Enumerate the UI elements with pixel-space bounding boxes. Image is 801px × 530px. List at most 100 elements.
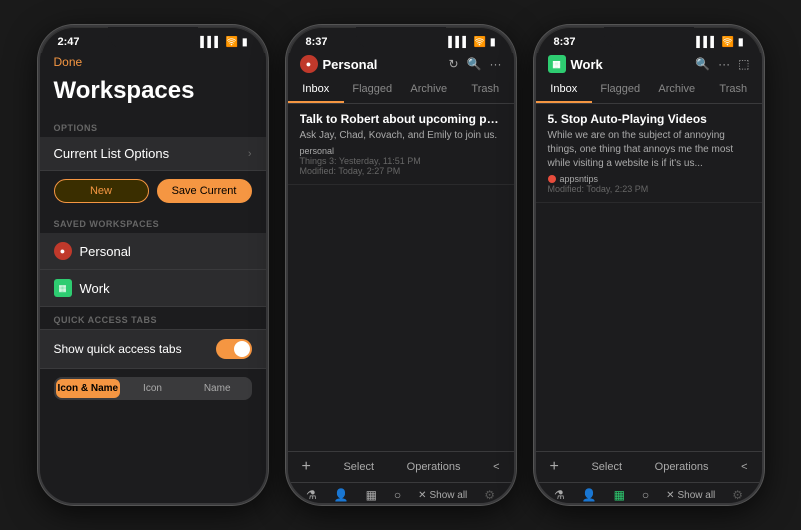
- show-all-3[interactable]: ✕ Show all: [666, 490, 715, 501]
- work-header-icon: ▦: [548, 55, 566, 73]
- wifi-icon: 🛜: [226, 37, 238, 48]
- search-icon-3[interactable]: 🔍: [695, 57, 710, 71]
- status-bar-3: 8:37 ▌▌▌ 🛜 ▮: [536, 27, 762, 53]
- time-3: 8:37: [554, 36, 576, 48]
- operations-button-2[interactable]: Operations: [407, 461, 461, 473]
- personal-icon: ●: [54, 242, 72, 260]
- workspace-personal-label: Personal: [80, 244, 131, 259]
- email-tag-3-1: appsntips: [560, 174, 599, 184]
- filter-funnel-icon-2[interactable]: ⚗: [306, 488, 317, 502]
- filter-bar-3: ⚗ 👤 ▦ ○ ✕ Show all ⚙: [536, 482, 762, 505]
- filter-circle-icon-3[interactable]: ○: [642, 488, 649, 502]
- workspaces-screen: Done Workspaces OPTIONS Current List Opt…: [40, 53, 266, 505]
- new-button[interactable]: New: [54, 179, 149, 203]
- select-button-2[interactable]: Select: [343, 461, 374, 473]
- tab-archive-2[interactable]: Archive: [401, 77, 458, 103]
- workspace-name-2: Personal: [323, 57, 378, 72]
- time-1: 2:47: [58, 36, 80, 48]
- tab-archive-3[interactable]: Archive: [649, 77, 706, 103]
- status-icons-3: ▌▌▌ 🛜 ▮: [696, 37, 743, 48]
- seg-name[interactable]: Name: [185, 379, 250, 398]
- filter-grid-icon-3[interactable]: ▦: [614, 488, 625, 502]
- email-subject-1: Talk to Robert about upcoming party...: [300, 112, 502, 126]
- operations-button-3[interactable]: Operations: [655, 461, 709, 473]
- work-icon: ▦: [54, 279, 72, 297]
- workspace-buttons: New Save Current: [40, 171, 266, 211]
- current-list-options-row[interactable]: Current List Options ›: [40, 137, 266, 171]
- email-meta-1b: Modified: Today, 2:27 PM: [300, 166, 502, 176]
- email-subject-3-1: 5. Stop Auto-Playing Videos: [548, 112, 750, 126]
- refresh-icon[interactable]: ↻: [448, 57, 458, 71]
- quick-access-label: Show quick access tabs: [54, 342, 182, 356]
- email-list-3: 5. Stop Auto-Playing Videos While we are…: [536, 104, 762, 451]
- app-header-2: ● Personal ↻ 🔍 ···: [288, 53, 514, 77]
- header-icons-2: ↻ 🔍 ···: [448, 57, 501, 71]
- search-icon-2[interactable]: 🔍: [467, 57, 482, 71]
- seg-control: Icon & Name Icon Name: [54, 377, 252, 400]
- tab-inbox-2[interactable]: Inbox: [288, 77, 345, 103]
- select-button-3[interactable]: Select: [591, 461, 622, 473]
- external-icon-3[interactable]: ⬚: [738, 57, 749, 71]
- email-meta-1a: Things 3: Yesterday, 11:51 PM: [300, 156, 502, 166]
- status-icons-2: ▌▌▌ 🛜 ▮: [448, 37, 495, 48]
- bottom-toolbar-3: + Select Operations <: [536, 451, 762, 482]
- more-icon-2[interactable]: ···: [490, 57, 502, 71]
- email-meta-3-1: Modified: Today, 2:23 PM: [548, 184, 750, 194]
- add-button-3[interactable]: +: [550, 458, 559, 476]
- quick-access-row: Show quick access tabs: [40, 329, 266, 369]
- save-current-button[interactable]: Save Current: [157, 179, 252, 203]
- header-icons-3: 🔍 ··· ⬚: [695, 57, 749, 71]
- workspace-title-3: ▦ Work: [548, 55, 603, 73]
- battery-icon: ▮: [242, 37, 248, 48]
- tab-flagged-2[interactable]: Flagged: [344, 77, 401, 103]
- work-screen: ▦ Work 🔍 ··· ⬚ Inbox Flagged Archive Tra…: [536, 53, 762, 505]
- done-button[interactable]: Done: [54, 55, 83, 69]
- tab-trash-3[interactable]: Trash: [705, 77, 762, 103]
- collapse-button-3[interactable]: <: [741, 461, 747, 473]
- tab-bar-2: Inbox Flagged Archive Trash: [288, 77, 514, 104]
- phone-personal: 8:37 ▌▌▌ 🛜 ▮ ● Personal ↻ 🔍 ··· Inbox Fl…: [286, 25, 516, 505]
- collapse-button-2[interactable]: <: [493, 461, 499, 473]
- workspace-personal[interactable]: ● Personal: [40, 233, 266, 270]
- bottom-toolbar-2: + Select Operations <: [288, 451, 514, 482]
- seg-icon-name[interactable]: Icon & Name: [56, 379, 121, 398]
- nav-bar: Done: [40, 53, 266, 73]
- phone-workspaces: 2:47 ▌▌▌ 🛜 ▮ Done Workspaces OPTIONS Cur…: [38, 25, 268, 505]
- signal-icon: ▌▌▌: [200, 37, 221, 48]
- filter-grid-icon-2[interactable]: ▦: [366, 488, 377, 502]
- email-list-2: Talk to Robert about upcoming party... A…: [288, 104, 514, 451]
- current-list-options-label: Current List Options: [54, 146, 170, 161]
- tab-trash-2[interactable]: Trash: [457, 77, 514, 103]
- filter-funnel-icon-3[interactable]: ⚗: [554, 488, 565, 502]
- gear-icon-3[interactable]: ⚙: [732, 488, 743, 502]
- options-section-label: OPTIONS: [40, 115, 266, 137]
- page-title: Workspaces: [40, 73, 266, 115]
- filter-circle-icon-2[interactable]: ○: [394, 488, 401, 502]
- tab-bar-3: Inbox Flagged Archive Trash: [536, 77, 762, 104]
- filter-person-icon-3[interactable]: 👤: [582, 488, 597, 502]
- dot-indicator-3: [548, 175, 556, 183]
- tab-inbox-3[interactable]: Inbox: [536, 77, 593, 103]
- workspace-name-3: Work: [571, 57, 603, 72]
- filter-person-icon-2[interactable]: 👤: [334, 488, 349, 502]
- show-all-2[interactable]: ✕ Show all: [418, 490, 467, 501]
- more-icon-3[interactable]: ···: [718, 57, 730, 71]
- gear-icon-2[interactable]: ⚙: [484, 488, 495, 502]
- workspace-work-label: Work: [80, 281, 110, 296]
- tab-flagged-3[interactable]: Flagged: [592, 77, 649, 103]
- quick-access-section-label: QUICK ACCESS TABS: [40, 307, 266, 329]
- time-2: 8:37: [306, 36, 328, 48]
- quick-access-toggle[interactable]: [216, 339, 252, 359]
- workspace-work[interactable]: ▦ Work: [40, 270, 266, 307]
- filter-bar-2: ⚗ 👤 ▦ ○ ✕ Show all ⚙: [288, 482, 514, 505]
- seg-icon[interactable]: Icon: [120, 379, 185, 398]
- status-icons-1: ▌▌▌ 🛜 ▮: [200, 37, 247, 48]
- email-item-1[interactable]: Talk to Robert about upcoming party... A…: [288, 104, 514, 185]
- email-tag-1: personal: [300, 146, 502, 156]
- email-item-3-1[interactable]: 5. Stop Auto-Playing Videos While we are…: [536, 104, 762, 203]
- app-header-3: ▦ Work 🔍 ··· ⬚: [536, 53, 762, 77]
- workspace-title-2: ● Personal: [300, 55, 378, 73]
- phone-work: 8:37 ▌▌▌ 🛜 ▮ ▦ Work 🔍 ··· ⬚ Inbox Flagge…: [534, 25, 764, 505]
- signal-icon-3: ▌▌▌: [696, 37, 717, 48]
- add-button-2[interactable]: +: [302, 458, 311, 476]
